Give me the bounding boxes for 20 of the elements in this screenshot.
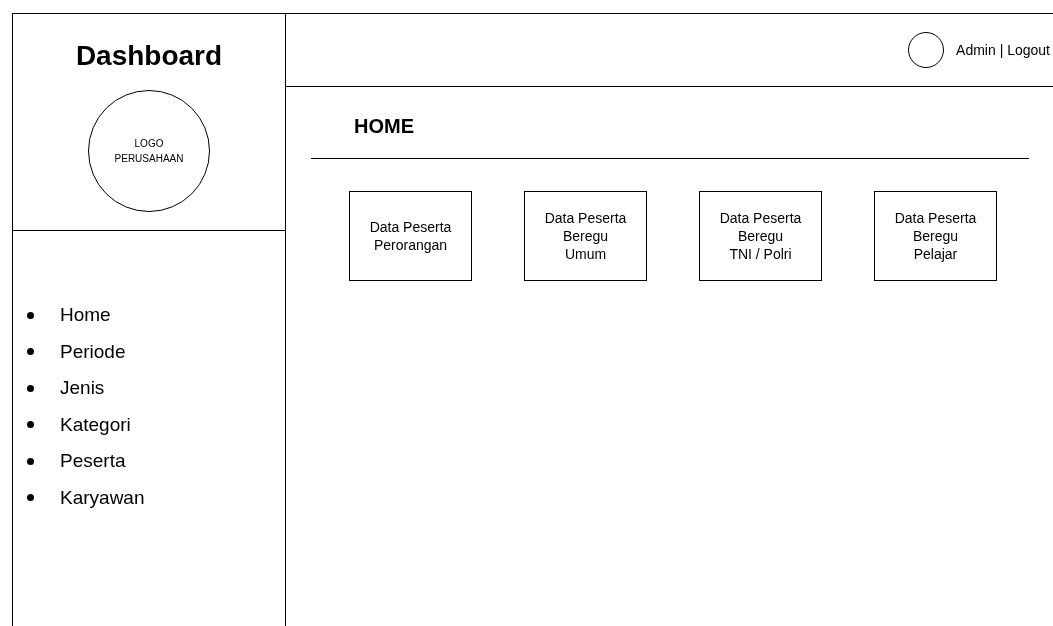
bullet-icon bbox=[27, 494, 34, 502]
menu-link[interactable]: Kategori bbox=[60, 413, 131, 436]
bullet-icon bbox=[27, 348, 34, 356]
menu-link[interactable]: Karyawan bbox=[60, 486, 145, 509]
bullet-icon bbox=[27, 384, 34, 392]
bullet-icon bbox=[27, 421, 34, 429]
menu-card[interactable]: Data Peserta Beregu Umum bbox=[524, 191, 647, 281]
menu-link[interactable]: Periode bbox=[60, 340, 126, 363]
menu-card[interactable]: Data Peserta Beregu Pelajar bbox=[874, 191, 997, 281]
page-title: HOME bbox=[354, 115, 415, 138]
dashboard-title: Dashboard bbox=[75, 40, 223, 72]
menu-card[interactable]: Data Peserta Perorangan bbox=[349, 191, 472, 281]
menu-card[interactable]: Data Peserta Beregu TNI / Polri bbox=[699, 191, 822, 281]
menu-link[interactable]: Home bbox=[60, 304, 111, 327]
user-links[interactable]: Admin | Logout bbox=[956, 42, 1050, 58]
menu-link[interactable]: Jenis bbox=[60, 377, 105, 400]
menu-link[interactable]: Peserta bbox=[60, 450, 126, 473]
logo-text: LOGO PERUSAHAAN bbox=[114, 137, 184, 166]
bullet-icon bbox=[27, 311, 34, 319]
bullet-icon bbox=[27, 457, 34, 465]
